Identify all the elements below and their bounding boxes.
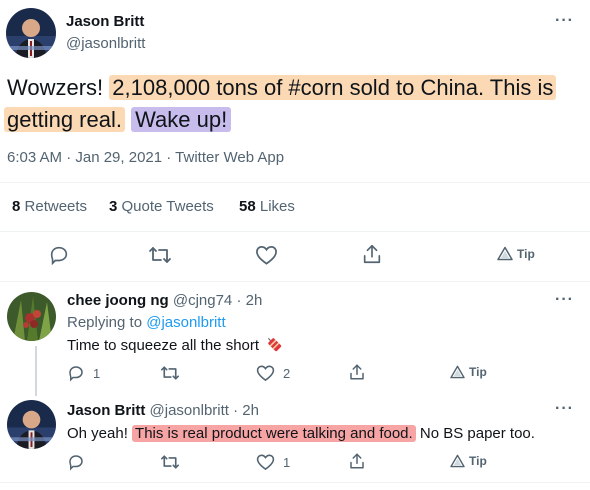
like-icon: [256, 365, 275, 382]
likes-count: 58: [239, 198, 256, 215]
more-icon[interactable]: ···: [555, 12, 574, 30]
stat-quote-tweets[interactable]: 3 Quote Tweets: [109, 198, 214, 215]
reply1-replying-to: Replying to @jasonlbritt: [67, 314, 226, 331]
reply1-like-button[interactable]: 2: [256, 364, 290, 382]
reply2-author-name[interactable]: Jason Britt: [67, 402, 145, 419]
reply1-text-content: Time to squeeze all the short: [67, 337, 260, 354]
reply1-author-avatar[interactable]: [7, 292, 56, 341]
main-author-handle[interactable]: @jasonlbritt: [66, 35, 145, 52]
reply2-more-icon[interactable]: ···: [555, 400, 574, 418]
reply2-retweet-button[interactable]: [160, 453, 180, 471]
main-author-name[interactable]: Jason Britt: [66, 13, 144, 30]
firecracker-emoji: [268, 337, 282, 352]
thread-line: [35, 346, 37, 396]
like-icon: [256, 454, 275, 471]
reply1-like-count: 2: [283, 365, 291, 381]
reply1-share-button[interactable]: [348, 363, 366, 381]
main-tweet-timestamp[interactable]: 6:03 AM · Jan 29, 2021 · Twitter Web App: [7, 149, 284, 166]
stat-likes[interactable]: 58 Likes: [239, 198, 295, 215]
reply1-reply-button[interactable]: 1: [67, 364, 100, 382]
reply1-author-handle[interactable]: @cjng74: [173, 292, 232, 309]
reply-icon: [69, 366, 83, 382]
likes-label: Likes: [259, 198, 295, 215]
share-icon: [350, 453, 364, 469]
reply1-reply-count: 1: [93, 365, 101, 381]
main-tip-label: Tip: [517, 246, 535, 261]
main-retweet-button[interactable]: [148, 244, 172, 266]
retweets-count: 8: [12, 198, 21, 215]
reply2-author-avatar[interactable]: [7, 400, 56, 449]
reply2-tip-label: Tip: [469, 454, 487, 468]
quotes-label: Quote Tweets: [121, 198, 214, 215]
reply2-tip-button[interactable]: Tip: [450, 454, 487, 468]
retweet-icon: [161, 455, 179, 469]
tweet-highlight-wake-up: Wake up!: [131, 107, 232, 132]
reply2-share-button[interactable]: [348, 452, 366, 470]
like-icon: [256, 245, 277, 265]
main-like-button[interactable]: [255, 244, 278, 266]
quotes-count: 3: [109, 198, 118, 215]
share-icon: [350, 364, 364, 380]
retweets-label: Retweets: [24, 198, 88, 215]
reply2-text: Oh yeah! This is real product were talki…: [67, 425, 535, 442]
tweet-text-start: Wowzers!: [7, 75, 110, 100]
tip-icon: [450, 365, 465, 379]
reply-icon: [69, 455, 83, 471]
reply2-time[interactable]: · 2h: [233, 402, 259, 419]
reply-icon: [50, 246, 68, 266]
tweet-highlight-corn: 2,108,000 tons of #corn sold to China. T…: [109, 75, 557, 100]
reply1-retweet-button[interactable]: [160, 364, 180, 382]
tip-icon: [450, 454, 465, 468]
main-author-avatar[interactable]: [6, 8, 56, 58]
tip-icon: [497, 246, 513, 261]
reply2-text-highlight: This is real product were talking and fo…: [132, 425, 416, 442]
reply2-text-end: No BS paper too.: [415, 425, 535, 442]
reply1-text: Time to squeeze all the short: [67, 335, 283, 354]
reply2-like-count: 1: [283, 454, 291, 470]
retweet-icon: [161, 366, 179, 380]
reply2-like-button[interactable]: 1: [256, 453, 290, 471]
main-share-button[interactable]: [361, 243, 383, 265]
tweet-highlight-getting-real: getting real.: [4, 107, 125, 132]
retweet-icon: [149, 247, 171, 263]
reply2-reply-button[interactable]: [67, 453, 93, 471]
replying-to-handle[interactable]: @jasonlbritt: [146, 314, 225, 331]
reply1-author-name[interactable]: chee joong ng: [67, 292, 169, 309]
main-reply-button[interactable]: [48, 244, 70, 266]
share-icon: [363, 244, 381, 264]
replying-to-prefix: Replying to: [67, 314, 147, 331]
reply2-text-start: Oh yeah!: [67, 425, 133, 442]
reply1-tip-label: Tip: [469, 365, 487, 379]
stat-retweets[interactable]: 8 Retweets: [12, 198, 87, 215]
reply1-tip-button[interactable]: Tip: [450, 365, 487, 379]
reply1-time[interactable]: · 2h: [236, 292, 262, 309]
reply1-header: chee joong ng @cjng74 · 2h: [67, 292, 262, 309]
main-tip-button[interactable]: Tip: [497, 246, 535, 261]
reply2-author-handle[interactable]: @jasonlbritt: [150, 402, 229, 419]
reply1-more-icon[interactable]: ···: [555, 291, 574, 309]
main-tweet-text: Wowzers! 2,108,000 tons of #corn sold to…: [4, 72, 587, 136]
reply2-header: Jason Britt @jasonlbritt · 2h: [67, 402, 259, 419]
